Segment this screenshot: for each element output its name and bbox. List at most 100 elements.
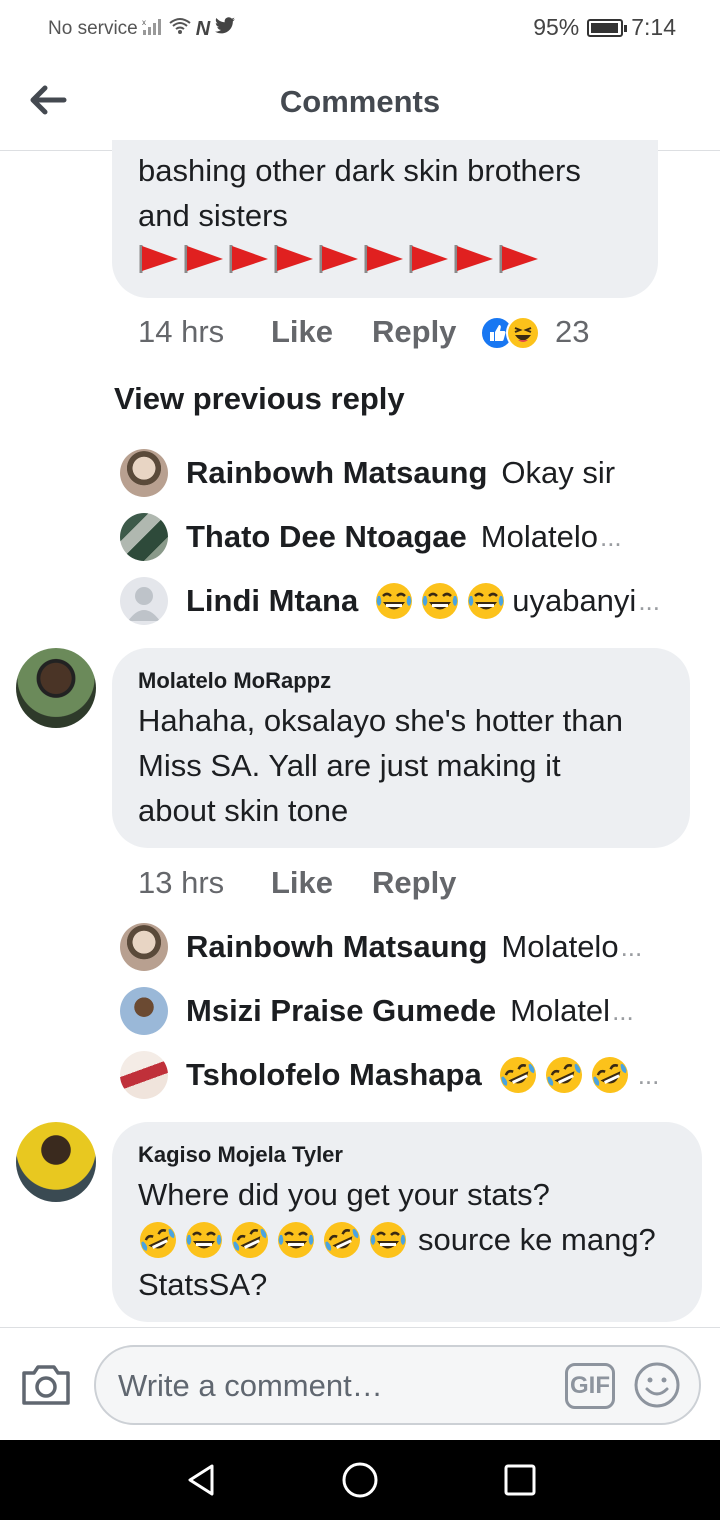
tears-of-joy-emoji-icon [422,583,459,619]
comment-composer: Write a comment… GIF [0,1327,720,1440]
carrier-text: No service [48,18,138,39]
triangle-back-icon [188,1464,214,1496]
default-avatar-icon [128,587,160,621]
reply-row[interactable]: Rainbowh Matsaung Okay sir [120,448,680,498]
smiley-icon [634,1362,680,1408]
sticker-button[interactable] [633,1361,681,1409]
status-right: 95% 7:14 [533,14,676,41]
comment-text-line: about skin tone [138,793,349,828]
comment-bubble[interactable]: Molatelo MoRappz Hahaha, oksalayo she's … [112,648,690,848]
rofl-emoji-icon [140,1221,176,1258]
comment-text-fragment: source ke mang? [418,1222,656,1257]
tears-of-joy-emoji-icon [376,583,413,619]
nav-back-button[interactable] [182,1460,222,1500]
rofl-emoji-icon [232,1221,268,1258]
avatar [120,577,168,625]
avatar [120,1051,168,1099]
rofl-emoji-icon [591,1057,628,1093]
tears-of-joy-emoji-icon [278,1221,314,1258]
ellipsis: ... [599,521,622,552]
reactions[interactable] [480,316,544,352]
avatar [120,449,168,497]
system-nav-bar [0,1440,720,1520]
avatar [120,513,168,561]
comment-text-line: Miss SA. Yall are just making it [138,748,561,783]
emoji-group [138,1220,414,1260]
reply-author: Thato Dee Ntoagae [186,519,467,554]
reply-row[interactable]: Msizi Praise Gumede Molatel ... [120,986,680,1036]
reply-author: Lindi Mtana [186,583,359,618]
red-flag-icon [364,245,403,273]
red-flag-icon [454,245,493,273]
reply-text: Molatelo [501,929,619,964]
wifi-icon [168,17,192,41]
like-button[interactable]: Like [271,314,333,350]
reply-row[interactable]: Thato Dee Ntoagae Molatelo ... [120,512,680,562]
comment-text-line: and sisters [138,198,288,233]
comment-author: Kagiso Mojela Tyler [138,1142,343,1167]
nav-home-button[interactable] [340,1460,380,1500]
comment-text-line: Where did you get your stats? [138,1177,550,1212]
reply-author: Msizi Praise Gumede [186,993,497,1028]
camera-icon [22,1365,70,1405]
comment-text-line: source ke mang? [138,1217,682,1262]
reply-button[interactable]: Reply [372,314,456,350]
status-bar: No service x N 95% 7:14 [0,0,720,56]
battery-percent: 95% [533,14,580,40]
red-flag-icon [274,245,313,273]
comment-time: 14 hrs [138,314,225,349]
reply-button[interactable]: Reply [372,865,456,901]
tears-of-joy-emoji-icon [468,583,505,619]
status-left: No service x N [48,17,236,41]
ellipsis: ... [620,931,643,962]
reply-row[interactable]: Tsholofelo Mashapa ... [120,1050,680,1100]
comment-text-line: StatsSA? [138,1267,268,1302]
netflix-icon: N [195,17,211,40]
reply-row[interactable]: Rainbowh Matsaung Molatelo ... [120,922,680,972]
comment-input-placeholder: Write a comment… [118,1368,383,1403]
ellipsis: ... [638,585,660,616]
avatar [120,923,168,971]
reply-author: Rainbowh Matsaung [186,929,488,964]
red-flag-icon [409,245,448,273]
gif-button[interactable]: GIF [565,1363,615,1409]
twitter-icon [214,17,236,41]
like-button[interactable]: Like [271,865,333,901]
app-header: Comments [0,56,720,151]
signal-icon: x [142,18,164,41]
haha-reaction-icon [506,316,540,350]
camera-button[interactable] [20,1361,72,1407]
red-flag-icon [319,245,358,273]
avatar[interactable] [16,648,96,728]
nav-recents-button[interactable] [500,1460,540,1500]
reply-row[interactable]: Lindi Mtana uyabanyi ... [120,576,680,626]
avatar[interactable] [16,1122,96,1202]
comment-bubble[interactable]: Kagiso Mojela Tyler Where did you get yo… [112,1122,702,1322]
red-flags [138,243,540,275]
reply-author: Rainbowh Matsaung [186,455,488,490]
ellipsis: ... [612,995,634,1026]
comment-input[interactable]: Write a comment… GIF [94,1345,701,1425]
view-previous-reply[interactable]: View previous reply [114,381,405,417]
reply-text: Molatel [510,993,611,1028]
red-flag-icon [184,245,223,273]
reaction-count: 23 [555,314,590,349]
comment-text-line: bashing other dark skin brothers [138,153,581,188]
reply-text: Okay sir [501,455,616,490]
comment-text-line: Hahaha, oksalayo she's hotter than [138,703,624,738]
reply-text: Molatelo [480,519,598,554]
svg-text:x: x [142,18,146,27]
clock: 7:14 [631,14,676,40]
emoji-group [374,581,512,621]
rofl-emoji-icon [545,1057,582,1093]
red-flag-icon [229,245,268,273]
avatar [120,987,168,1035]
battery-icon [587,18,628,37]
rofl-emoji-icon [499,1057,536,1093]
tears-of-joy-emoji-icon [186,1221,222,1258]
comment-author: Molatelo MoRappz [138,668,332,693]
comment-time: 13 hrs [138,865,225,900]
circle-home-icon [342,1462,378,1498]
square-recents-icon [504,1464,536,1496]
ellipsis: ... [637,1059,660,1090]
